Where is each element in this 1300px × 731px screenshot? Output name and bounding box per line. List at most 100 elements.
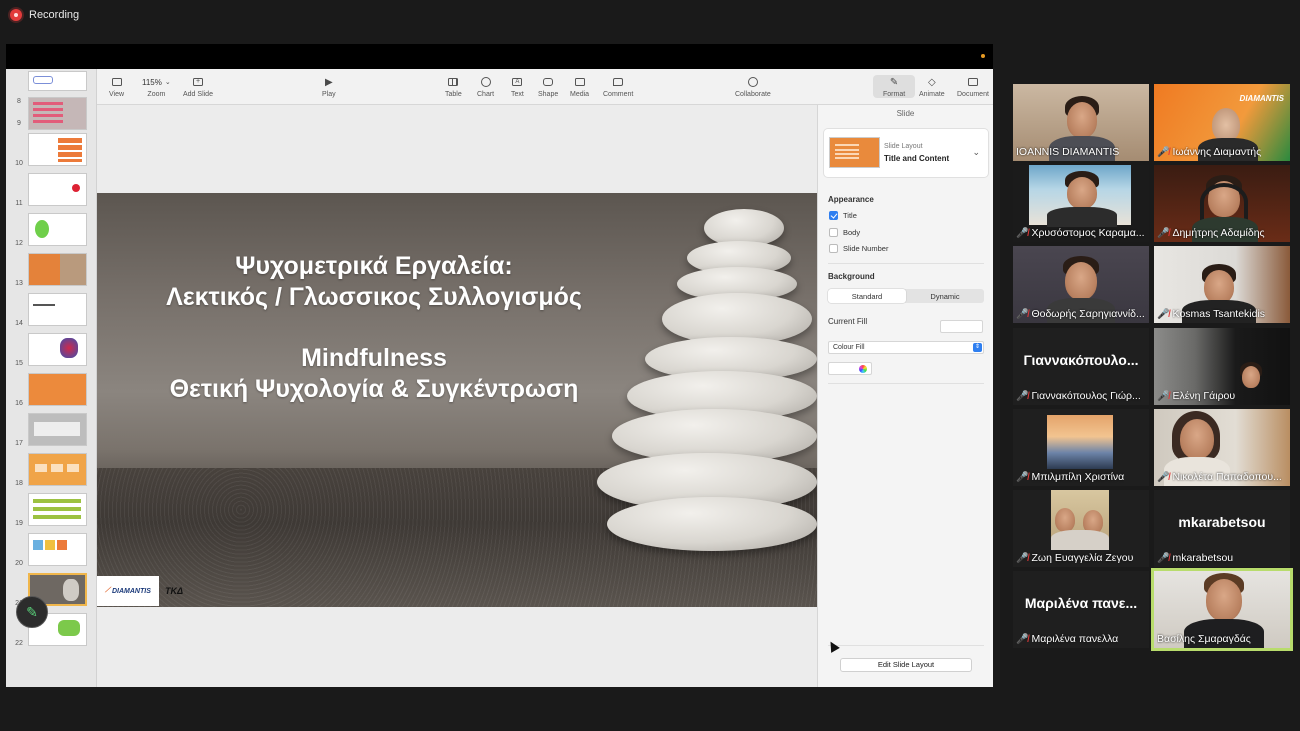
- mic-muted-icon: 🎤̸: [1016, 390, 1029, 402]
- thumb-image: [28, 333, 87, 366]
- format-inspector: Slide Slide Layout Title and Content ⌄ A…: [817, 105, 993, 687]
- collaborate-label: Collaborate: [735, 91, 771, 98]
- thumb-number: 20: [15, 560, 23, 567]
- slide-layout-picker[interactable]: Slide Layout Title and Content ⌄: [824, 129, 988, 177]
- slide-thumb-17[interactable]: 17: [6, 413, 96, 449]
- zoom-button[interactable]: 115% ⌄ Zoom: [142, 75, 171, 99]
- slide-canvas[interactable]: Ψυχομετρικά Εργαλεία: Λεκτικός / Γλωσσικ…: [97, 105, 817, 687]
- slide-thumb-9[interactable]: 9: [6, 93, 96, 130]
- slide-number-checkbox[interactable]: Slide Number: [829, 244, 888, 253]
- mic-muted-icon: 🎤̸: [1016, 227, 1029, 239]
- text-button[interactable]: A Text: [511, 75, 524, 98]
- share-top-bar: [6, 44, 993, 69]
- play-icon: ▶: [324, 76, 333, 88]
- view-button[interactable]: View: [109, 75, 124, 98]
- text-label: Text: [511, 91, 524, 98]
- thumb-image: [28, 493, 87, 526]
- participant-tile[interactable]: 🎤̸ Kosmas Tsantekidis: [1154, 246, 1290, 323]
- participant-tile[interactable]: 🎤̸ Ζωη Ευαγγελία Ζεγου: [1013, 490, 1149, 567]
- slide-thumb-20[interactable]: 20: [6, 533, 96, 569]
- thumb-number: 22: [15, 640, 23, 647]
- participant-name: 🎤̸ Ιωάννης Διαμαντής: [1157, 146, 1262, 158]
- color-wheel-icon: [859, 365, 867, 373]
- slide-thumb-15[interactable]: 15: [6, 333, 96, 369]
- slide-thumb-14[interactable]: 14: [6, 293, 96, 329]
- colour-picker[interactable]: [828, 362, 872, 375]
- participant-tile[interactable]: 🎤̸ Ελένη Γάιρου: [1154, 328, 1290, 405]
- participant-name: 🎤̸ Χρυσόστομος Καραμα...: [1016, 227, 1145, 239]
- participant-tile[interactable]: 🎤̸ Θοδωρής Σαρηγιαννίδ...: [1013, 246, 1149, 323]
- slide-thumb-13[interactable]: 13: [6, 253, 96, 289]
- animate-label: Animate: [919, 91, 945, 98]
- participant-name: 🎤̸ Μπιλμπίλη Χριστίνα: [1016, 471, 1125, 483]
- play-button[interactable]: ▶ Play: [322, 75, 336, 99]
- format-button[interactable]: ✎ Format: [873, 75, 916, 98]
- current-slide[interactable]: Ψυχομετρικά Εργαλεία: Λεκτικός / Γλωσσικ…: [97, 193, 817, 607]
- participant-tile[interactable]: 🎤̸ Δημήτρης Αδαμίδης: [1154, 165, 1290, 242]
- annotate-pen-icon[interactable]: ✎: [16, 596, 48, 628]
- slide-title[interactable]: Ψυχομετρικά Εργαλεία: Λεκτικός / Γλωσσικ…: [117, 251, 631, 313]
- collaborate-button[interactable]: Collaborate: [735, 75, 771, 98]
- play-label: Play: [322, 91, 336, 98]
- stone: [607, 497, 817, 551]
- media-label: Media: [570, 91, 590, 98]
- thumb-number: 9: [17, 120, 21, 127]
- keynote-window: 8 9 10 11 12 13 14 15 16 17 18 19 20 22 …: [6, 69, 993, 687]
- participant-name: 🎤̸ mkarabetsou: [1157, 552, 1234, 564]
- title-checkbox-label: Title: [843, 211, 857, 220]
- slide-thumb-18[interactable]: 18: [6, 453, 96, 489]
- participant-tile[interactable]: DIAMANTIS 🎤̸ Ιωάννης Διαμαντής: [1154, 84, 1290, 161]
- select-arrow-icon: ⇕: [973, 343, 982, 352]
- current-fill-swatch[interactable]: [940, 320, 983, 333]
- body-checkbox[interactable]: Body: [829, 228, 860, 237]
- slide-thumb-10[interactable]: 10: [6, 133, 96, 169]
- slide-navigator[interactable]: 8 9 10 11 12 13 14 15 16 17 18 19 20 22 …: [6, 69, 97, 687]
- chart-button[interactable]: Chart: [477, 75, 494, 98]
- mic-muted-icon: 🎤̸: [1016, 308, 1029, 320]
- appearance-heading: Appearance: [828, 195, 874, 204]
- participant-display-name: mkarabetsou: [1178, 514, 1266, 530]
- thumb-image: [28, 213, 87, 246]
- view-icon: [111, 78, 122, 86]
- thumb-image: [28, 533, 87, 566]
- chart-icon: [480, 77, 491, 87]
- background-heading: Background: [828, 272, 875, 281]
- slide-thumb-16[interactable]: 16: [6, 373, 96, 409]
- current-fill-label: Current Fill: [828, 317, 868, 326]
- view-label: View: [109, 91, 125, 98]
- slide-thumb-12[interactable]: 12: [6, 213, 96, 249]
- add-slide-label: Add Slide: [183, 91, 213, 98]
- slide-thumb-11[interactable]: 11: [6, 173, 96, 209]
- participant-tile[interactable]: 🎤̸ Μπιλμπίλη Χριστίνα: [1013, 409, 1149, 486]
- zoom-label: Zoom: [147, 91, 166, 98]
- shape-button[interactable]: Shape: [538, 75, 558, 98]
- comment-button[interactable]: Comment: [603, 75, 633, 98]
- document-button[interactable]: Document: [957, 75, 989, 98]
- animate-button[interactable]: ◇ Animate: [919, 75, 945, 99]
- slide-subtitle[interactable]: Mindfulness Θετική Ψυχολογία & Συγκέντρω…: [117, 343, 631, 405]
- recording-label: Recording: [29, 9, 80, 21]
- table-button[interactable]: Table: [445, 75, 462, 98]
- dynamic-segment[interactable]: Dynamic: [906, 289, 984, 303]
- share-status-dot: [981, 54, 985, 58]
- mic-muted-icon: 🎤̸: [1016, 633, 1029, 645]
- participant-name: Βασίλης Σμαραγδάς: [1157, 633, 1251, 645]
- animate-icon: ◇: [927, 76, 936, 88]
- title-checkbox[interactable]: Title: [829, 211, 857, 220]
- media-button[interactable]: Media: [570, 75, 589, 98]
- thumb-number: 16: [15, 400, 23, 407]
- standard-segment[interactable]: Standard: [828, 289, 906, 303]
- participant-tile[interactable]: Γιαννακόπουλο... 🎤̸ Γιαννακόπουλος Γιώρ..…: [1013, 328, 1149, 405]
- slide-thumb-19[interactable]: 19: [6, 493, 96, 529]
- edit-slide-layout-button[interactable]: Edit Slide Layout: [840, 658, 972, 672]
- fill-type-select[interactable]: Colour Fill ⇕: [828, 341, 984, 354]
- add-slide-button[interactable]: + Add Slide: [183, 75, 213, 98]
- participant-tile-active-speaker[interactable]: Βασίλης Σμαραγδάς: [1151, 568, 1293, 651]
- participant-tile[interactable]: 🎤̸ Χρυσόστομος Καραμα...: [1013, 165, 1149, 242]
- participant-tile[interactable]: IOANNIS DIAMANTIS: [1013, 84, 1149, 161]
- participant-display-name: Μαριλένα πανε...: [1024, 595, 1138, 611]
- participant-tile[interactable]: mkarabetsou 🎤̸ mkarabetsou: [1154, 490, 1290, 567]
- participant-tile[interactable]: Μαριλένα πανε... 🎤̸ Μαριλένα πανελλα: [1013, 571, 1149, 648]
- participant-display-name: Γιαννακόπουλο...: [1023, 352, 1139, 368]
- participant-tile[interactable]: 🎤̸ Νικολέτα Παπαδοπου...: [1154, 409, 1290, 486]
